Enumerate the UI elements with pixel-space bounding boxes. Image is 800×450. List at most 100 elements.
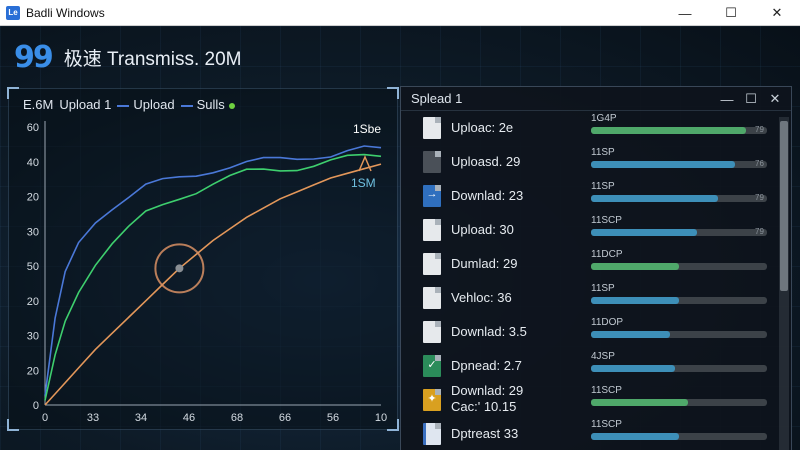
progress-fill [591,229,697,236]
app-header: 99 极速 Transmiss. 20M [14,40,241,75]
transfer-panel: Splead 1 — ☐ ✕ Uploac: 2e 1G4P 79 Uploasd. … [400,86,792,450]
scroll-thumb[interactable] [780,121,788,291]
transfer-name-secondary: Cac:' 10.15 [451,399,517,414]
transfer-rate: 11DCP [591,249,623,260]
x-tick-label: 34 [135,412,147,424]
progress-bar [591,331,767,338]
transfer-name: Upload: 30 [451,222,514,237]
progress-bar [591,161,767,168]
progress-fill [591,365,676,372]
window-controls: — ☐ ✕ [662,0,800,26]
progress-bar [591,195,767,202]
transfer-row[interactable]: Downlad: 3.5 11DOP [401,317,777,347]
transfer-row[interactable]: Uploac: 2e 1G4P 79 [401,113,777,143]
x-tick-label: 10 [375,412,387,424]
window-title: Badli Windows [26,5,105,20]
transfer-rate: 11SCP [591,385,622,396]
panel-minimize-button[interactable]: — [715,87,739,111]
file-icon [423,117,441,139]
y-tick-label: 60 [27,122,39,134]
window-titlebar: Le Badli Windows — ☐ ✕ [0,0,800,26]
scrollbar[interactable] [779,117,789,450]
maximize-button[interactable]: ☐ [708,0,754,26]
y-tick-label: 20 [27,192,39,204]
page-title: 极速 Transmiss. 20M [63,49,242,70]
file-icon [423,321,441,343]
file-icon [423,423,441,445]
transfer-name: Downlad: 29 [451,383,524,398]
transfer-rate: 1G4P [591,113,617,124]
file-icon [423,253,441,275]
app-stage: 99 极速 Transmiss. 20M E.6M Upload 1 Uploa… [0,26,800,450]
progress-fill [591,263,679,270]
progress-bar [591,399,767,406]
transfer-name: Downlad: 3.5 [451,324,527,339]
progress-fill [591,297,679,304]
progress-percent: 79 [755,193,764,202]
panel-titlebar: Splead 1 — ☐ ✕ [401,87,791,111]
transfer-rate: 11SCP [591,215,622,226]
transfer-rate: 11SP [591,283,615,294]
progress-fill [591,399,688,406]
y-tick-label: 30 [27,226,39,238]
y-tick-label: 20 [27,365,39,377]
transfer-row[interactable]: ✦ Downlad: 29 Cac:' 10.15 11SCP [401,383,777,415]
y-tick-label: 0 [33,400,39,412]
file-icon [423,151,441,173]
progress-percent: 76 [755,159,764,168]
series-line [44,153,382,401]
minimize-button[interactable]: — [662,0,708,26]
progress-fill [591,195,718,202]
transfer-row[interactable]: Uploasd. 29 11SP 76 [401,147,777,177]
file-icon-glyph: → [426,188,438,200]
y-tick-label: 40 [27,157,39,169]
transfer-name: Dumlad: 29 [451,256,518,271]
transfer-list: Uploac: 2e 1G4P 79 Uploasd. 29 11SP 76 → Downla… [401,113,777,450]
transfer-row[interactable]: Dumlad: 29 11DCP [401,249,777,279]
transfer-row[interactable]: Upload: 30 11SCP 79 [401,215,777,245]
series-line [44,163,382,406]
file-icon [423,219,441,241]
progress-percent: 79 [755,125,764,134]
progress-bar [591,229,767,236]
file-icon-glyph: ✦ [427,393,437,405]
progress-bar [591,365,767,372]
progress-bar [591,297,767,304]
chart-panel: E.6M Upload 1 Upload Sulls 60 40 20 30 50 20 3… [7,87,399,431]
transfer-row[interactable]: ✓ Dpnead: 2.7 4JSP [401,351,777,381]
progress-fill [591,433,679,440]
transfer-rate: 11SP [591,181,615,192]
transfer-name: Dpnead: 2.7 [451,358,522,373]
x-tick-label: 68 [231,412,243,424]
x-tick-label: 66 [279,412,291,424]
transfer-row[interactable]: → Downlad: 23 11SP 79 [401,181,777,211]
target-dot [175,264,184,273]
chart-annotation: 1SM [351,176,376,190]
progress-bar [591,127,767,134]
transfer-name: Downlad: 23 [451,188,524,203]
chart-annotation: 1Sbe [353,122,381,136]
x-tick-label: 33 [87,412,99,424]
x-tick-label: 0 [42,412,48,424]
panel-maximize-button[interactable]: ☐ [739,87,763,111]
transfer-rate: 11DOP [591,317,624,328]
progress-fill [591,127,746,134]
panel-title: Splead 1 [411,91,463,106]
panel-close-button[interactable]: ✕ [763,87,787,111]
transfer-row[interactable]: Vehloc: 36 11SP [401,283,777,313]
x-tick-label: 56 [327,412,339,424]
transfer-rate: 4JSP [591,351,615,362]
transfer-row[interactable]: Dptreast 33 11SCP [401,419,777,449]
y-tick-label: 20 [27,296,39,308]
file-icon-glyph: ✓ [427,359,437,371]
file-icon: ✓ [423,355,441,377]
file-icon: ✦ [423,389,441,411]
transfer-rate: 11SP [591,147,615,158]
panel-controls: — ☐ ✕ [715,87,787,111]
close-button[interactable]: ✕ [754,0,800,26]
app-icon: Le [6,5,20,20]
transfer-rate: 11SCP [591,419,622,430]
progress-fill [591,161,736,168]
x-tick-label: 46 [183,412,195,424]
progress-bar [591,433,767,440]
